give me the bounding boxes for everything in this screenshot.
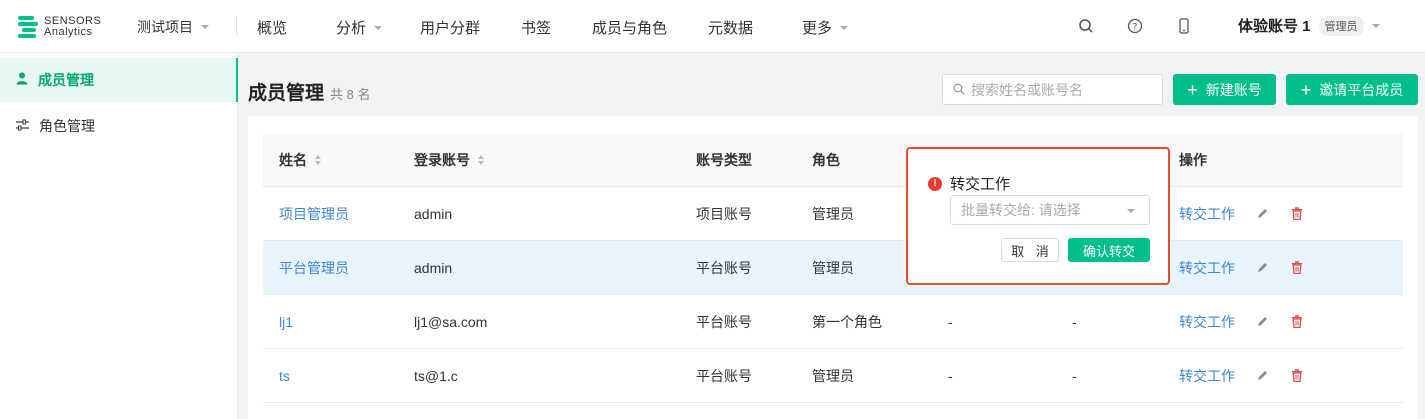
edit-icon[interactable] xyxy=(1257,187,1268,240)
account-type: 平台账号 xyxy=(696,367,752,384)
invite-member-button[interactable]: + 邀请平台成员 xyxy=(1286,74,1418,105)
column-header-actions: 操作 xyxy=(1179,152,1207,168)
column-header-name[interactable]: 姓名 xyxy=(279,134,321,186)
sidebar-item-label: 成员管理 xyxy=(38,72,94,88)
nav-overview[interactable]: 概览 xyxy=(257,17,287,38)
popover-title: ! 转交工作 xyxy=(928,173,1010,194)
sliders-icon xyxy=(16,118,29,134)
role: 管理员 xyxy=(812,205,854,222)
chevron-down-icon xyxy=(840,25,849,30)
chevron-down-icon xyxy=(201,25,209,29)
table-header: 姓名 登录账号 账号类型 角色 操作 xyxy=(263,134,1403,187)
cell-5: - xyxy=(948,367,953,384)
column-header-type: 账号类型 xyxy=(696,152,752,168)
transfer-work-link[interactable]: 转交工作 xyxy=(1179,241,1235,294)
table-row: lj1 lj1@sa.com 平台账号 第一个角色 - - 转交工作 xyxy=(263,295,1403,349)
sort-icon[interactable] xyxy=(315,155,321,165)
member-table-panel: 姓名 登录账号 账号类型 角色 操作 项目管理员 admin 项目账号 管理员 … xyxy=(248,116,1418,419)
member-count: 共 8 名 xyxy=(330,87,371,102)
nav-bookmarks[interactable]: 书签 xyxy=(521,17,551,38)
delete-icon[interactable] xyxy=(1291,295,1303,348)
search-input[interactable] xyxy=(971,81,1151,98)
edit-icon[interactable] xyxy=(1257,295,1268,348)
role: 管理员 xyxy=(812,367,854,384)
edit-icon[interactable] xyxy=(1257,241,1268,294)
delete-icon[interactable] xyxy=(1291,349,1303,402)
cell-6: - xyxy=(1072,367,1077,384)
transfer-to-select[interactable]: 批量转交给: 请选择 xyxy=(950,195,1150,225)
delete-icon[interactable] xyxy=(1291,187,1303,240)
nav-metadata[interactable]: 元数据 xyxy=(708,17,753,38)
chevron-down-icon xyxy=(374,25,383,30)
member-name-link[interactable]: lj1 xyxy=(279,295,293,348)
logo-text: SENSORS Analytics xyxy=(44,15,102,38)
account-type: 项目账号 xyxy=(696,205,752,222)
table-row: ts ts@1.c 平台账号 管理员 - - 转交工作 xyxy=(263,349,1403,403)
user-icon xyxy=(16,72,28,88)
member-name-link[interactable]: 平台管理员 xyxy=(279,241,349,294)
transfer-work-link[interactable]: 转交工作 xyxy=(1179,349,1235,402)
account-type: 平台账号 xyxy=(696,313,752,330)
transfer-work-popover: ! 转交工作 批量转交给: 请选择 取 消 确认转交 xyxy=(906,147,1170,285)
divider xyxy=(236,16,237,36)
nav-more[interactable]: 更多 xyxy=(802,17,849,38)
search-icon[interactable] xyxy=(1077,17,1095,35)
confirm-transfer-button[interactable]: 确认转交 xyxy=(1068,238,1150,262)
delete-icon[interactable] xyxy=(1291,241,1303,294)
member-name-link[interactable]: 项目管理员 xyxy=(279,187,349,240)
edit-icon[interactable] xyxy=(1257,349,1268,402)
plus-icon: + xyxy=(1300,79,1312,100)
cell-5: - xyxy=(948,313,953,330)
cancel-button[interactable]: 取 消 xyxy=(1001,238,1059,262)
table-row: 项目管理员 admin 项目账号 管理员 转交工作 xyxy=(263,187,1403,241)
search-box[interactable] xyxy=(942,74,1163,105)
nav-analysis[interactable]: 分析 xyxy=(336,17,383,38)
login-account: admin xyxy=(414,205,453,222)
page-title: 成员管理 共 8 名 xyxy=(248,78,370,105)
help-icon[interactable]: ? xyxy=(1126,17,1144,35)
table-row: 平台管理员 admin 平台账号 管理员 转交工作 xyxy=(263,241,1403,295)
login-account: lj1@sa.com xyxy=(414,313,488,330)
role: 第一个角色 xyxy=(812,313,882,330)
sidebar: 成员管理 角色管理 xyxy=(0,53,238,419)
column-header-login[interactable]: 登录账号 xyxy=(414,134,484,186)
svg-text:?: ? xyxy=(1133,23,1138,33)
top-navbar: SENSORS Analytics 测试项目 概览 分析 用户分群 书签 成员与… xyxy=(0,0,1425,53)
project-name: 测试项目 xyxy=(137,19,193,35)
role: 管理员 xyxy=(812,259,854,276)
chevron-down-icon xyxy=(1127,209,1135,213)
sidebar-item-role-management[interactable]: 角色管理 xyxy=(0,104,238,148)
account-name: 体验账号 1 xyxy=(1238,18,1311,35)
mobile-icon[interactable] xyxy=(1175,17,1193,35)
column-header-role: 角色 xyxy=(812,152,840,168)
chevron-down-icon xyxy=(1371,23,1380,28)
select-placeholder: 批量转交给: 请选择 xyxy=(961,202,1081,218)
nav-user-segments[interactable]: 用户分群 xyxy=(420,17,480,38)
project-selector[interactable]: 测试项目 xyxy=(137,17,209,37)
account-type: 平台账号 xyxy=(696,259,752,276)
account-menu[interactable]: 体验账号 1 管理员 xyxy=(1238,15,1380,36)
role-badge: 管理员 xyxy=(1318,15,1364,36)
transfer-work-link[interactable]: 转交工作 xyxy=(1179,295,1235,348)
member-name-link[interactable]: ts xyxy=(279,349,290,402)
cell-6: - xyxy=(1072,313,1077,330)
search-icon xyxy=(953,82,965,98)
nav-members-roles[interactable]: 成员与角色 xyxy=(592,17,667,38)
login-account: ts@1.c xyxy=(414,367,458,384)
login-account: admin xyxy=(414,259,453,276)
new-account-button[interactable]: + 新建账号 xyxy=(1173,74,1276,105)
plus-icon: + xyxy=(1187,79,1198,100)
sidebar-item-label: 角色管理 xyxy=(39,118,95,134)
warning-icon: ! xyxy=(928,176,942,191)
sidebar-item-member-management[interactable]: 成员管理 xyxy=(0,58,238,102)
sort-icon[interactable] xyxy=(478,155,484,165)
sensors-analytics-logo[interactable]: SENSORS Analytics xyxy=(18,12,128,42)
page-title-text: 成员管理 xyxy=(248,83,325,104)
logo-mark-icon xyxy=(18,14,38,40)
transfer-work-link[interactable]: 转交工作 xyxy=(1179,187,1235,240)
